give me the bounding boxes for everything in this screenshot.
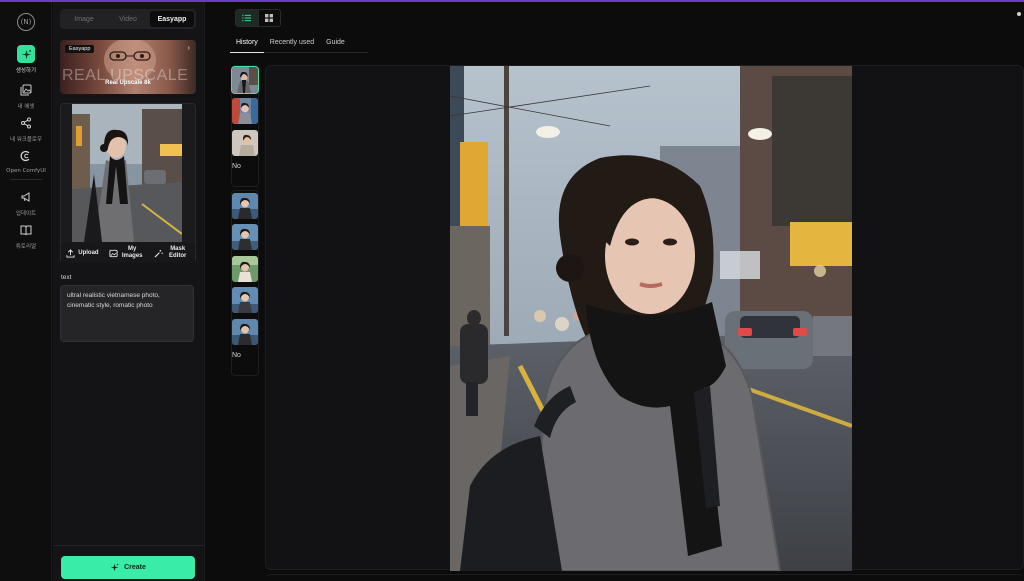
rail-item-workflows[interactable]: 내 워크플로우 [0, 114, 52, 143]
history-thumbnail[interactable] [232, 287, 258, 313]
viewer-bottom-bar [265, 574, 1024, 581]
upload-label: Upload [78, 249, 99, 256]
tab-image[interactable]: Image [62, 11, 106, 27]
mask-editor-label: Mask Editor [169, 246, 187, 259]
create-label: Create [124, 564, 146, 571]
panel-divider [53, 545, 205, 546]
app-logo[interactable]: (N) [17, 13, 35, 31]
history-thumbnail[interactable] [232, 256, 258, 282]
grid-icon [265, 14, 274, 22]
easyapp-banner[interactable]: Easyapp › REAL UPSCALE Real Upscale 8k [60, 40, 196, 94]
rail-label: 내 워크플로우 [9, 137, 43, 143]
menu-dot-icon[interactable] [1017, 12, 1021, 16]
rail-label: Open ComfyUI [6, 168, 46, 174]
icon-rail: (N) 생성하기 내 에셋 내 워크플로우 Open ComfyUI 업데이트 [0, 2, 52, 581]
rail-label: 튜토리얼 [15, 244, 37, 250]
rail-item-create[interactable]: 생성하기 [0, 45, 52, 74]
image-viewer [265, 65, 1024, 571]
tab-history[interactable]: History [230, 36, 264, 53]
rail-item-tutorials[interactable]: 튜토리얼 [0, 221, 52, 250]
my-images-button[interactable]: My Images [109, 246, 143, 260]
rail-item-updates[interactable]: 업데이트 [0, 188, 52, 217]
prompt-input[interactable]: ultral realistic vietnamese photo, cinem… [60, 285, 194, 342]
create-button[interactable]: Create [61, 556, 195, 579]
history-thumbnail[interactable] [232, 130, 258, 156]
no-result-label: No [232, 352, 241, 359]
generation-panel: Image Video Easyapp Easyapp › REAL UPSCA… [53, 2, 205, 581]
history-thumbnail[interactable] [231, 66, 259, 94]
my-images-label: My Images [121, 246, 143, 259]
prompt-label: text [61, 274, 72, 281]
sparkle-icon [110, 563, 119, 572]
grid-view-button[interactable] [257, 10, 281, 26]
input-actions: Upload My Images Mask Editor [61, 243, 195, 263]
rail-divider [10, 179, 42, 180]
gallery-icon [17, 81, 35, 99]
mask-editor-button[interactable]: Mask Editor [154, 246, 190, 260]
tab-recently-used[interactable]: Recently used [264, 36, 320, 53]
history-thumbnail[interactable] [232, 193, 258, 219]
rail-label: 내 에셋 [17, 104, 35, 110]
list-view-button[interactable] [236, 10, 258, 26]
tab-guide[interactable]: Guide [320, 36, 351, 53]
no-result-label: No [232, 163, 241, 170]
upload-button[interactable]: Upload [66, 248, 99, 258]
rail-item-comfyui[interactable]: Open ComfyUI [0, 147, 52, 174]
rail-item-assets[interactable]: 내 에셋 [0, 81, 52, 110]
images-icon [109, 249, 118, 257]
history-thumbnail[interactable] [232, 319, 258, 345]
tab-easyapp[interactable]: Easyapp [150, 11, 194, 27]
history-thumbnail[interactable] [232, 98, 258, 124]
comfyui-icon [17, 147, 35, 165]
book-icon [17, 221, 35, 239]
banner-tag: Easyapp [65, 45, 95, 53]
input-image [72, 104, 182, 242]
generated-image[interactable] [450, 66, 852, 571]
list-icon [242, 14, 252, 22]
history-tabs: History Recently used Guide [230, 36, 368, 53]
sparkle-icon [17, 45, 35, 63]
view-toggle [235, 9, 281, 27]
upload-icon [66, 248, 75, 258]
megaphone-icon [17, 188, 35, 206]
input-image-box[interactable]: Upload My Images Mask Editor [60, 103, 196, 263]
chevron-right-icon: › [187, 45, 190, 52]
rail-label: 생성하기 [15, 68, 37, 74]
history-thumbnail[interactable] [232, 224, 258, 250]
banner-caption: Real Upscale 8k [105, 80, 151, 86]
workflow-icon [17, 114, 35, 132]
tab-video[interactable]: Video [106, 11, 150, 27]
rail-label: 업데이트 [15, 211, 37, 217]
mode-tabs: Image Video Easyapp [60, 9, 196, 29]
magic-wand-icon [154, 249, 163, 257]
